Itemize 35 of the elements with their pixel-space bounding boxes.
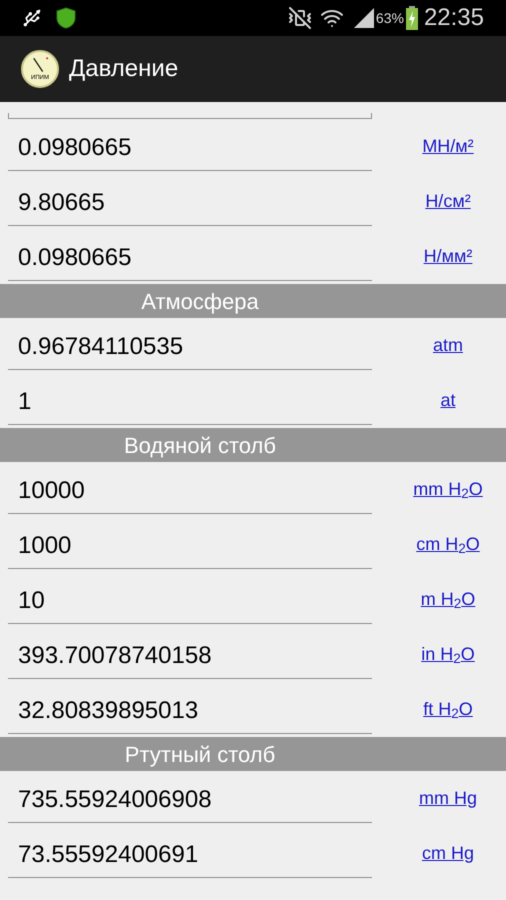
value-field[interactable]: 1000 [8,528,372,569]
unit-link[interactable]: cm Hg [422,840,474,867]
value-field[interactable]: 393.70078740158 [8,638,372,679]
value-field[interactable]: 1 [8,384,372,425]
value-field[interactable]: 32.80839895013 [8,693,372,734]
battery-charging-icon [406,6,418,30]
usb-icon [22,8,42,28]
unit-link[interactable]: Н/см² [425,188,471,215]
battery-percent: 63% [376,8,404,28]
unit-link[interactable]: Н/мм² [424,243,472,270]
unit-link[interactable]: ft H$_{2}$O [423,696,473,723]
unit-link[interactable]: atm [432,332,463,359]
value-field[interactable]: 9.80665 [8,185,372,226]
unit-link[interactable]: mm Hg [419,785,477,812]
app-title: Давление [69,54,178,84]
section-title: Атмосфера [140,288,260,316]
section-title: Ртутный столб [124,740,276,769]
value-field[interactable]: 0.0980665 [8,240,372,281]
signal-icon [354,8,374,28]
shield-icon [54,6,78,30]
value-field[interactable]: 735.55924006908 [8,782,372,823]
unit-link[interactable]: МН/м² [422,133,474,160]
unit-link[interactable]: at [440,387,456,414]
value-field[interactable]: 10000 [8,473,372,514]
unit-link[interactable]: in H$_{2}$O [421,641,475,668]
unit-link[interactable]: m H$_{2}$O [420,586,476,613]
value-field[interactable]: 0.0980665 [8,130,372,171]
section-title: Водяной столб [123,432,277,460]
value-field[interactable]: 10 [8,583,372,624]
unit-link[interactable]: mm H$_{2}$O [413,476,483,503]
unit-link[interactable]: cm H$_{2}$O [416,531,480,558]
value-field[interactable]: 73.55592400691 [8,837,372,878]
vibrate-off-icon [288,6,312,30]
clock-time: 22:35 [424,3,484,33]
value-field[interactable]: 0.96784110535 [8,329,372,370]
